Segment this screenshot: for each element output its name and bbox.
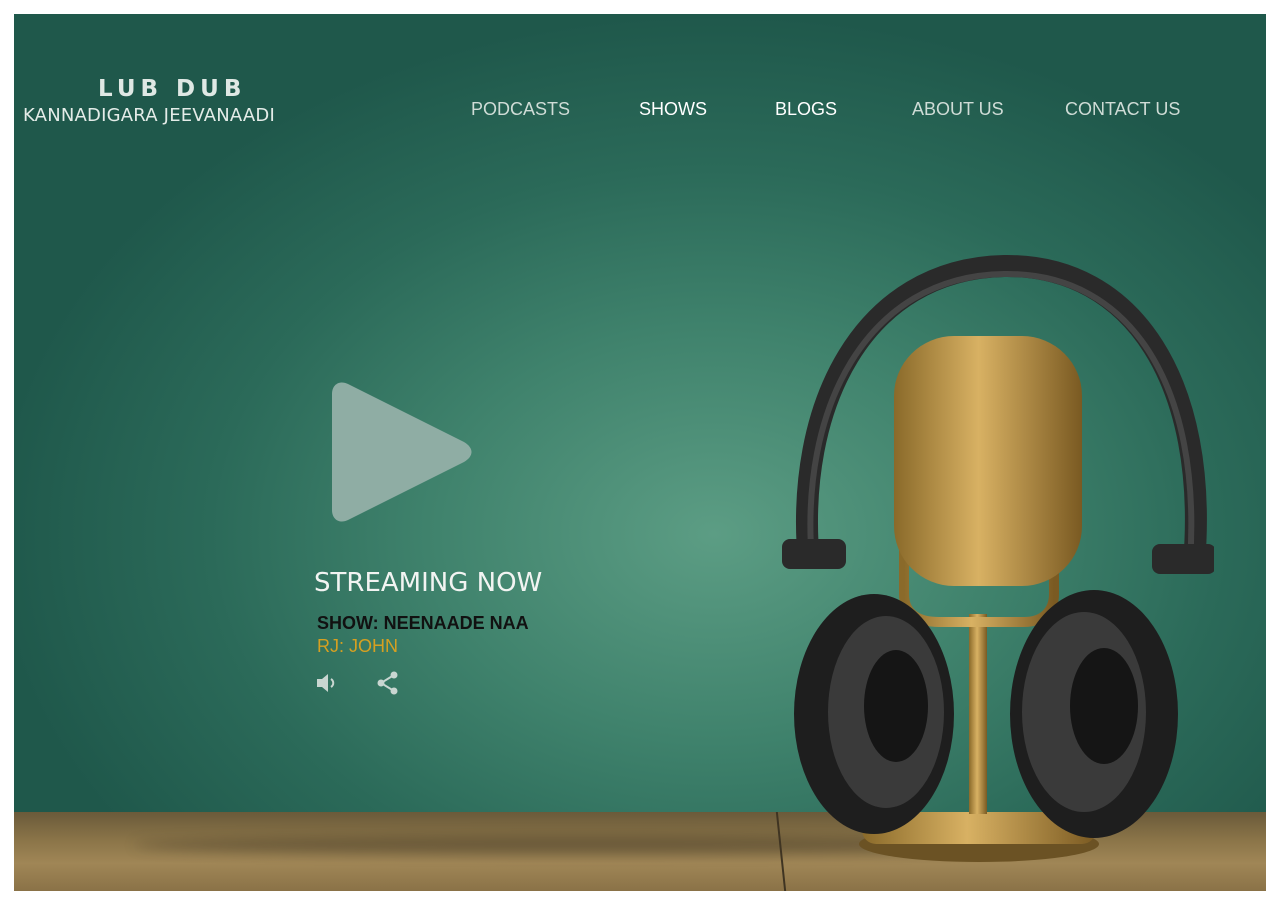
nav-blogs[interactable]: BLOGS	[775, 99, 837, 120]
nav-contact-us[interactable]: CONTACT US	[1065, 99, 1180, 120]
brand-subtitle: KANNADIGARA JEEVANAADI	[23, 105, 275, 126]
brand-title[interactable]: LUB DUB	[98, 76, 246, 102]
nav-shows[interactable]: SHOWS	[639, 99, 707, 120]
nav-podcasts[interactable]: PODCASTS	[471, 99, 570, 120]
share-icon[interactable]	[375, 670, 401, 696]
rj-name: RJ: JOHN	[317, 636, 398, 656]
volume-icon[interactable]	[314, 670, 340, 696]
nav-about-us[interactable]: ABOUT US	[912, 99, 1004, 120]
show-title: SHOW: NEENAADE NAA	[317, 613, 529, 633]
play-icon[interactable]	[332, 376, 474, 528]
hero-section: LUB DUB KANNADIGARA JEEVANAADI PODCASTS …	[14, 14, 1266, 891]
headphones-microphone-image	[782, 254, 1214, 862]
streaming-now-label: STREAMING NOW	[314, 568, 543, 598]
